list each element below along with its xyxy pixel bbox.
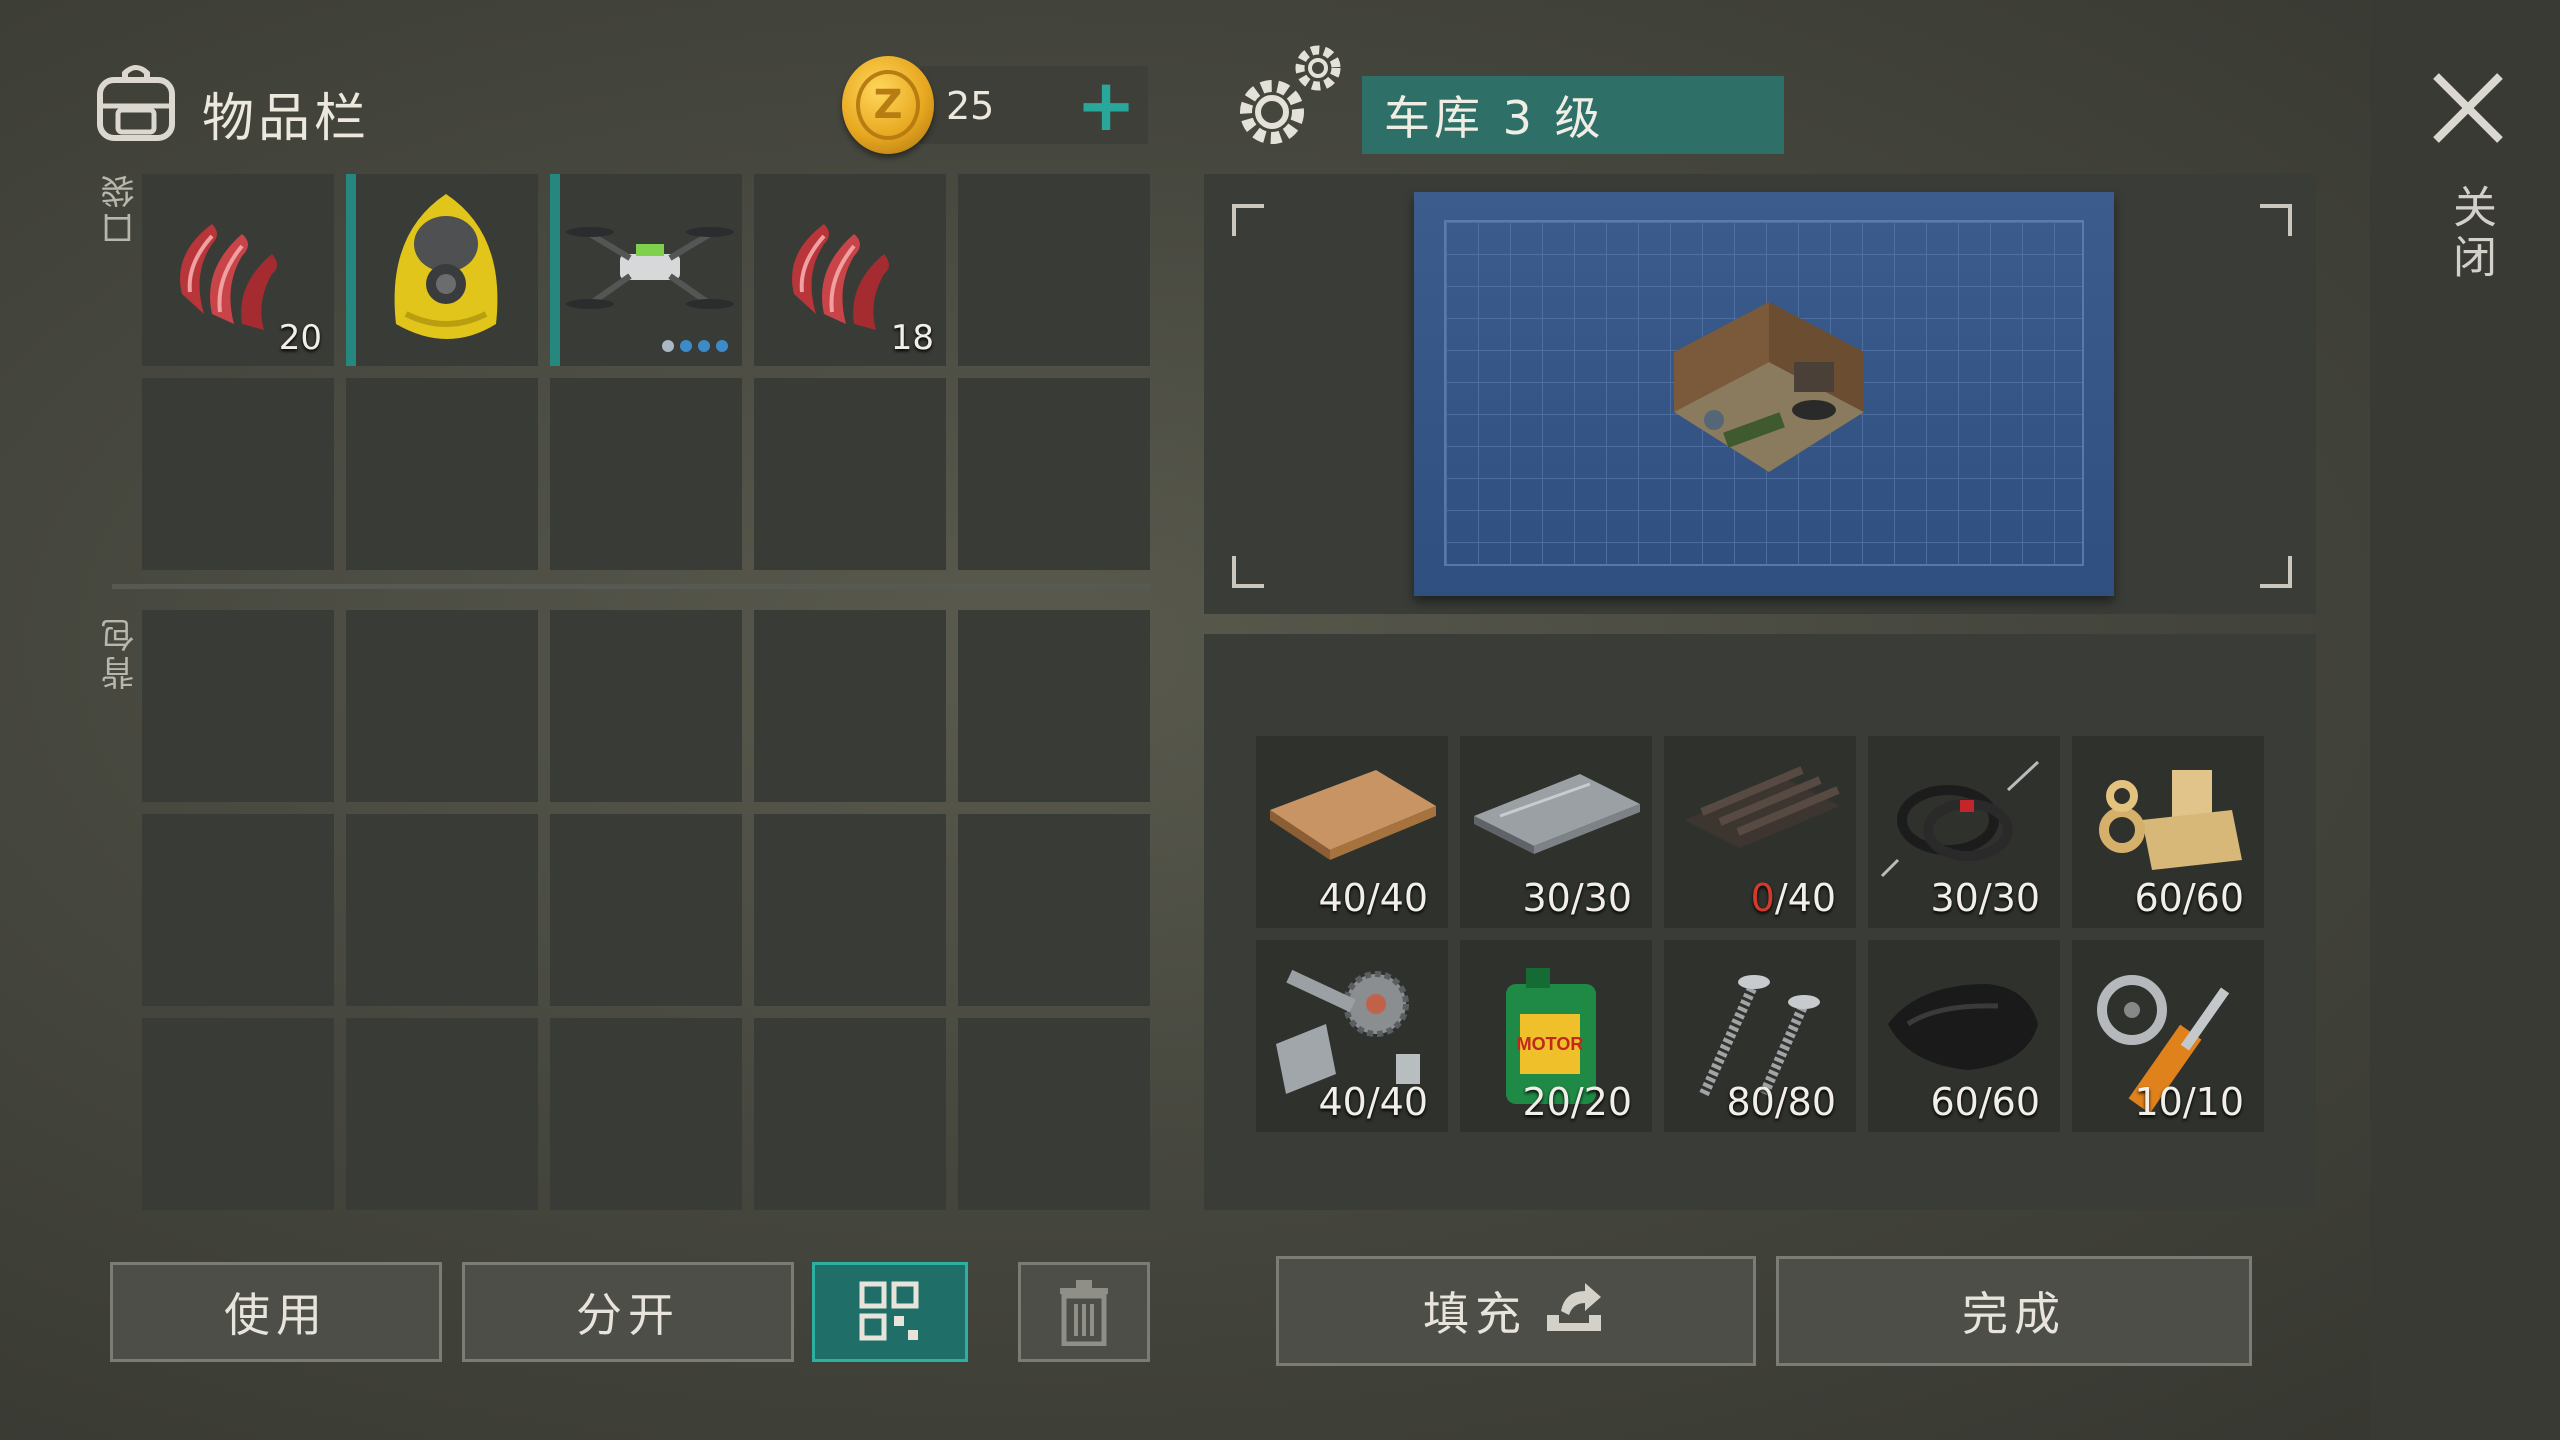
item-quantity: 20	[278, 318, 322, 358]
material-count: 20/20	[1522, 1080, 1632, 1124]
pockets-label: 口袋	[101, 170, 141, 246]
materials-grid: 40/40 30/30 0/40 30/30 60/60 40/40 MOTOR…	[1256, 736, 2264, 1132]
charge-dot	[716, 340, 728, 352]
currency-value: 25	[946, 84, 995, 128]
material-slot[interactable]: 40/40	[1256, 940, 1448, 1132]
corner-marker	[1232, 204, 1264, 236]
inventory-slot[interactable]	[550, 814, 742, 1006]
corner-marker	[2260, 556, 2292, 588]
inventory-slot[interactable]: 20	[142, 174, 334, 366]
add-currency-button[interactable]: +	[1064, 66, 1148, 144]
inventory-slot[interactable]	[958, 378, 1150, 570]
gears-icon	[1240, 45, 1341, 144]
material-slot[interactable]: 60/60	[1868, 940, 2060, 1132]
split-button[interactable]: 分开	[462, 1262, 794, 1362]
material-count: 60/60	[2134, 876, 2244, 920]
corner-marker	[2260, 204, 2292, 236]
section-divider	[112, 584, 1150, 589]
inventory-slot[interactable]	[550, 378, 742, 570]
plus-icon: +	[1075, 63, 1137, 147]
material-count: 40/40	[1318, 876, 1428, 920]
metal-plate-icon	[1474, 774, 1640, 854]
done-button[interactable]: 完成	[1776, 1256, 2252, 1366]
charge-dot	[662, 340, 674, 352]
sort-button[interactable]	[812, 1262, 968, 1362]
charge-dot	[680, 340, 692, 352]
inventory-slot[interactable]	[346, 1018, 538, 1210]
inventory-slot[interactable]	[958, 1018, 1150, 1210]
inventory-slot[interactable]	[550, 174, 742, 366]
pockets-grid: 20 18	[142, 174, 1150, 570]
inventory-slot[interactable]	[958, 610, 1150, 802]
close-x-icon[interactable]	[2430, 70, 2506, 146]
inventory-slot[interactable]	[346, 378, 538, 570]
material-slot[interactable]: 30/30	[1460, 736, 1652, 928]
hazmat-suit-icon	[394, 194, 498, 339]
z-coin-icon: Z	[842, 56, 934, 154]
inventory-slot[interactable]	[142, 814, 334, 1006]
material-count: 60/60	[1930, 1080, 2040, 1124]
inventory-slot[interactable]	[346, 814, 538, 1006]
svg-text:MOTOR: MOTOR	[1517, 1034, 1584, 1054]
material-count: 30/30	[1522, 876, 1632, 920]
inventory-slot[interactable]	[754, 378, 946, 570]
fill-button[interactable]: 填充	[1276, 1256, 1756, 1366]
inventory-slot[interactable]	[550, 1018, 742, 1210]
inventory-slot[interactable]	[754, 814, 946, 1006]
wood-parts-icon	[2099, 770, 2242, 870]
slate-sheet-icon	[1684, 766, 1840, 848]
inventory-slot[interactable]	[142, 1018, 334, 1210]
material-count: 0/40	[1750, 876, 1836, 920]
inventory-slot[interactable]	[346, 174, 538, 366]
grid-sort-icon	[859, 1281, 919, 1341]
leather-icon	[1888, 984, 2038, 1070]
trash-icon	[1060, 1280, 1108, 1346]
fill-arrow-icon	[1547, 1283, 1601, 1331]
material-count: 80/80	[1726, 1080, 1836, 1124]
inventory-slot[interactable]	[346, 610, 538, 802]
garage-model-icon	[1674, 302, 1864, 472]
material-slot[interactable]: MOTOR 20/20	[1460, 940, 1652, 1132]
backpack-grid	[142, 610, 1150, 1210]
use-button[interactable]: 使用	[110, 1262, 442, 1362]
plank-icon	[1270, 770, 1436, 860]
drone-icon	[566, 227, 734, 309]
charge-indicator	[662, 340, 728, 352]
inventory-slot[interactable]	[754, 1018, 946, 1210]
inventory-slot[interactable]	[754, 610, 946, 802]
material-slot[interactable]: 40/40	[1256, 736, 1448, 928]
item-quantity: 18	[890, 318, 934, 358]
inventory-slot[interactable]	[958, 814, 1150, 1006]
inventory-slot[interactable]	[550, 610, 742, 802]
charge-dot	[698, 340, 710, 352]
inventory-slot[interactable]	[142, 378, 334, 570]
building-level-banner: 车库 3 级	[1362, 76, 1784, 154]
inventory-slot[interactable]	[142, 610, 334, 802]
trash-button[interactable]	[1018, 1262, 1150, 1362]
material-slot[interactable]: 10/10	[2072, 940, 2264, 1132]
fill-button-label: 填充	[1423, 1287, 1527, 1341]
wires-icon	[1880, 760, 2040, 878]
blueprint-image	[1414, 192, 2114, 596]
material-count: 40/40	[1318, 1080, 1428, 1124]
corner-marker	[1232, 556, 1264, 588]
close-label[interactable]: 关闭	[2438, 184, 2502, 284]
inventory-title: 物品栏	[202, 89, 371, 149]
inventory-slot[interactable]	[958, 174, 1150, 366]
backpack-label: 背包	[101, 614, 141, 690]
material-count: 10/10	[2134, 1080, 2244, 1124]
material-count: 30/30	[1930, 876, 2040, 920]
backpack-icon	[97, 65, 175, 141]
material-slot[interactable]: 60/60	[2072, 736, 2264, 928]
material-slot[interactable]: 30/30	[1868, 736, 2060, 928]
material-slot[interactable]: 80/80	[1664, 940, 1856, 1132]
inventory-slot[interactable]: 18	[754, 174, 946, 366]
material-slot[interactable]: 0/40	[1664, 736, 1856, 928]
